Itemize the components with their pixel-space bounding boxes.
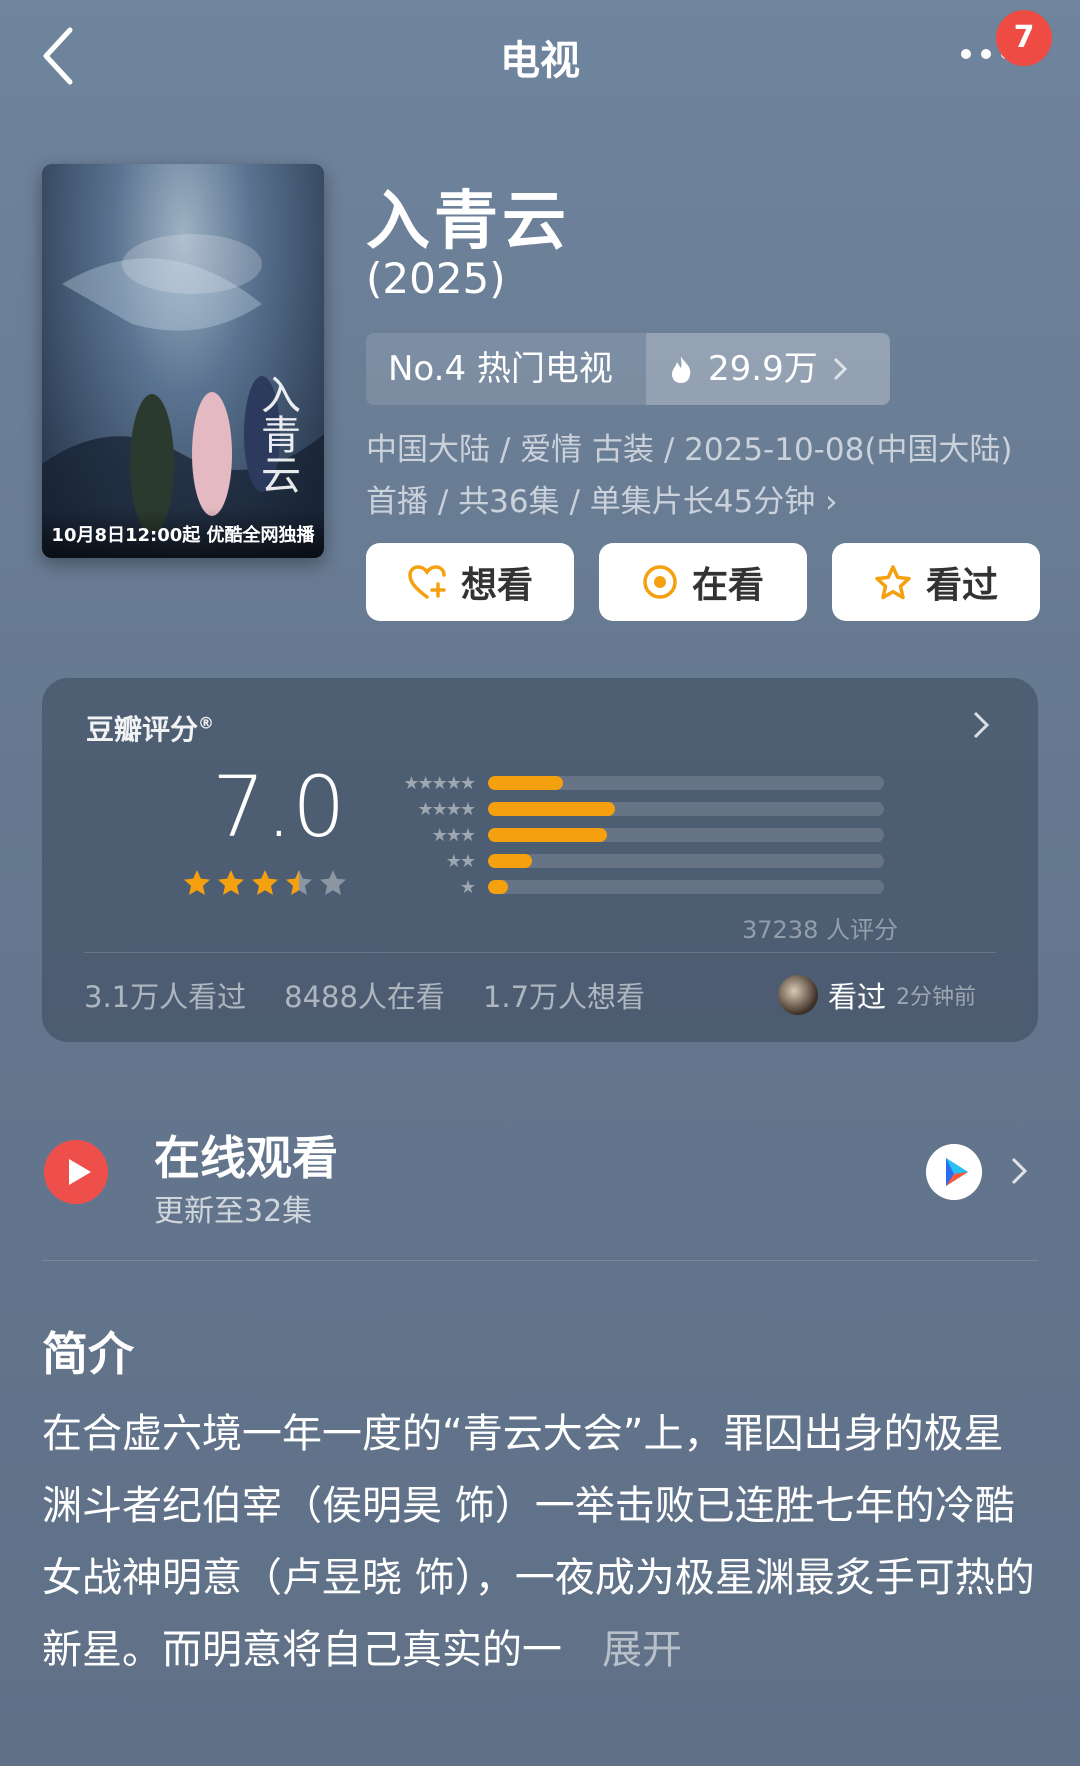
play-icon[interactable] bbox=[44, 1140, 108, 1204]
bar-star-label: ★ bbox=[459, 876, 476, 898]
rating-bar-fill bbox=[488, 802, 615, 816]
watching-count: 8488人在看 bbox=[284, 980, 445, 1014]
rank-box[interactable]: No.4 热门电视 29.9万 bbox=[366, 333, 890, 405]
intro-title: 简介 bbox=[42, 1327, 134, 1381]
poster-caption: 10月8日12:00起 优酷全网独播 bbox=[42, 508, 324, 558]
rating-bar-track bbox=[488, 802, 884, 816]
rating-bar-track bbox=[488, 880, 884, 894]
online-watch-title[interactable]: 在线观看 bbox=[154, 1122, 338, 1188]
rating-bar-fill bbox=[488, 776, 564, 790]
want-count: 1.7万人想看 bbox=[482, 980, 646, 1014]
section-divider bbox=[42, 1260, 1038, 1261]
target-icon bbox=[643, 565, 677, 599]
rating-score: 7.0 bbox=[212, 758, 346, 856]
want-label: 想看 bbox=[460, 565, 533, 606]
chevron-right-icon bbox=[833, 357, 847, 381]
page-title: 电视 bbox=[500, 38, 580, 84]
rating-bar-row: ★★★★ bbox=[384, 796, 944, 822]
rating-bar-track bbox=[488, 776, 884, 790]
poster-image[interactable]: 入青云 10月8日12:00起 优酷全网独播 bbox=[42, 164, 324, 558]
heat-section[interactable]: 29.9万 bbox=[646, 333, 890, 405]
movie-meta-text: 中国大陆 / 爱情 古装 / 2025-10-08(中国大陆)首播 / 共36集… bbox=[366, 432, 1013, 520]
rating-card[interactable]: 豆瓣评分® 7.0 ★★★★★ ★★★★ ★★★ ★★ ★ 37238 人评分 3.1万… bbox=[42, 678, 1038, 1042]
meta-chevron-icon: › bbox=[825, 484, 838, 520]
star-icon bbox=[320, 870, 346, 895]
bar-star-label: ★★ bbox=[445, 850, 476, 872]
action-buttons: 想看 在看 看过 bbox=[366, 543, 1040, 621]
movie-meta[interactable]: 中国大陆 / 爱情 古装 / 2025-10-08(中国大陆)首播 / 共36集… bbox=[366, 424, 1036, 528]
rating-bar-row: ★★★★★ bbox=[384, 770, 944, 796]
friend-activity[interactable]: 看过 2分钟前 bbox=[778, 974, 976, 1016]
friend-status: 看过 bbox=[828, 980, 887, 1014]
bar-star-label: ★★★★ bbox=[417, 798, 476, 820]
movie-title: 入青云 bbox=[366, 185, 570, 259]
star-icon bbox=[218, 870, 244, 895]
rating-label: 豆瓣评分® bbox=[86, 708, 214, 748]
rating-bar-row: ★★★ bbox=[384, 822, 944, 848]
fire-icon bbox=[672, 356, 691, 383]
poster-art bbox=[42, 234, 324, 558]
star-icon bbox=[184, 870, 210, 895]
bar-star-label: ★★★ bbox=[431, 824, 476, 846]
chevron-right-icon[interactable] bbox=[1010, 1156, 1028, 1186]
online-watch-subtitle: 更新至32集 bbox=[154, 1194, 313, 1229]
poster-title-art: 入青云 bbox=[254, 374, 300, 494]
registered-mark: ® bbox=[198, 713, 215, 733]
vote-count: 37238 人评分 bbox=[742, 916, 898, 944]
rating-bar-track bbox=[488, 828, 884, 842]
card-divider bbox=[84, 952, 996, 953]
movie-year: (2025) bbox=[366, 254, 506, 303]
rating-distribution: ★★★★★ ★★★★ ★★★ ★★ ★ bbox=[384, 770, 944, 900]
rating-stars bbox=[182, 868, 348, 898]
want-button[interactable]: 想看 bbox=[366, 543, 574, 621]
notification-badge[interactable]: 7 bbox=[996, 10, 1052, 66]
heat-value: 29.9万 bbox=[708, 349, 818, 389]
rating-bar-row: ★ bbox=[384, 874, 944, 900]
avatar[interactable] bbox=[778, 975, 818, 1015]
chevron-right-icon bbox=[973, 711, 990, 739]
watched-count: 3.1万人看过 bbox=[84, 980, 247, 1014]
rating-bar-fill bbox=[488, 880, 508, 894]
star-outline-icon bbox=[875, 565, 911, 600]
rating-bar-track bbox=[488, 854, 884, 868]
intro-text: 在合虚六境一年一度的“青云大会”上，罪囚出身的极星渊斗者纪伯宰（侯明昊 饰）一举… bbox=[42, 1398, 1042, 1686]
watched-label: 看过 bbox=[925, 565, 998, 606]
watch-stats: 3.1万人看过 8488人在看 1.7万人想看 bbox=[84, 974, 645, 1016]
rating-bar-fill bbox=[488, 854, 532, 868]
bar-star-label: ★★★★★ bbox=[403, 772, 476, 794]
star-icon bbox=[252, 870, 278, 895]
rating-label-text: 豆瓣评分 bbox=[86, 713, 199, 746]
watching-label: 在看 bbox=[691, 565, 764, 606]
watching-button[interactable]: 在看 bbox=[599, 543, 807, 621]
youku-logo-icon[interactable] bbox=[926, 1144, 982, 1200]
heart-plus-icon bbox=[408, 565, 446, 599]
watched-button[interactable]: 看过 bbox=[832, 543, 1040, 621]
friend-time: 2分钟前 bbox=[896, 985, 977, 1010]
rating-bar-row: ★★ bbox=[384, 848, 944, 874]
intro-body: 在合虚六境一年一度的“青云大会”上，罪囚出身的极星渊斗者纪伯宰（侯明昊 饰）一举… bbox=[42, 1411, 1035, 1673]
star-icon bbox=[286, 870, 312, 895]
rating-bar-fill bbox=[488, 828, 607, 842]
expand-button[interactable]: 展开 bbox=[602, 1627, 682, 1673]
rank-label: No.4 热门电视 bbox=[388, 349, 613, 389]
